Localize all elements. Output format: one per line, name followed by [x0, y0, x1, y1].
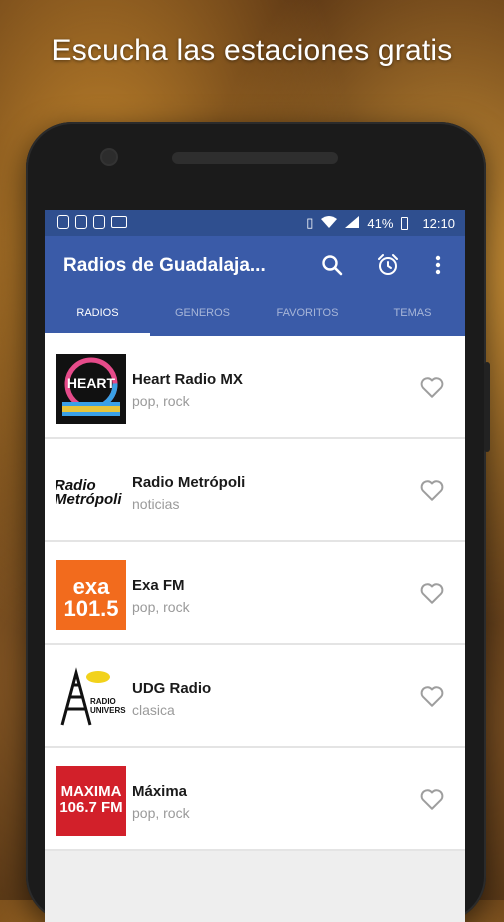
battery-percent: 41%: [367, 215, 394, 231]
search-button[interactable]: [317, 250, 347, 280]
station-list: HEART Heart Radio MX pop, rock Radio Met…: [45, 336, 465, 851]
favorite-heart-icon[interactable]: [419, 477, 445, 503]
station-row[interactable]: Radio Metrópoli Radio Metrópoli noticias: [45, 439, 465, 542]
station-genre: pop, rock: [132, 599, 190, 615]
vibrate-icon: ▯: [306, 215, 314, 230]
shield-notification-icon: [57, 215, 69, 229]
station-name: Heart Radio MX: [132, 371, 243, 388]
tab-radios[interactable]: RADIOS: [45, 296, 150, 336]
station-name: Radio Metrópoli: [132, 474, 246, 491]
station-name: Máxima: [132, 783, 188, 800]
tab-temas[interactable]: TEMAS: [360, 296, 465, 336]
favorite-heart-icon[interactable]: [419, 374, 445, 400]
station-row[interactable]: MAXIMA 106.7 FM Máxima pop, rock: [45, 748, 465, 851]
station-row[interactable]: HEART Heart Radio MX pop, rock: [45, 336, 465, 439]
tab-generos[interactable]: GENEROS: [150, 296, 255, 336]
phone-frame: ▯ 41% 12:10 Radios de Guadalaja... RADIO…: [26, 122, 490, 922]
favorite-heart-icon[interactable]: [419, 580, 445, 606]
more-vert-icon: [435, 255, 441, 275]
station-genre: clasica: [132, 702, 175, 718]
app-bar: Radios de Guadalaja...: [45, 236, 465, 296]
udg-radio-logo: RADIO UNIVERSIDAD: [56, 663, 126, 733]
favorite-heart-icon[interactable]: [419, 683, 445, 709]
tab-favoritos[interactable]: FAVORITOS: [255, 296, 360, 336]
earpiece-speaker: [172, 152, 338, 164]
exa-fm-logo: exa 101.5: [56, 560, 126, 630]
promo-headline: Escucha las estaciones gratis: [51, 34, 453, 67]
station-name: UDG Radio: [132, 680, 212, 697]
tab-bar: RADIOS GENEROS FAVORITOS TEMAS: [45, 296, 465, 336]
station-genre: noticias: [132, 496, 180, 512]
battery-icon: [401, 216, 409, 230]
wifi-icon: [321, 215, 338, 231]
alarm-clock-icon: [378, 254, 398, 275]
phone-notification-icon: [93, 215, 105, 229]
radio-metropoli-logo: Radio Metrópoli: [56, 457, 126, 527]
station-genre: pop, rock: [132, 805, 190, 821]
front-camera: [102, 150, 116, 164]
alarm-button[interactable]: [373, 250, 403, 280]
cell-signal-icon: [345, 215, 360, 231]
maxima-logo: MAXIMA 106.7 FM: [56, 766, 126, 836]
search-icon: [322, 255, 343, 276]
app-screen: ▯ 41% 12:10 Radios de Guadalaja... RADIO…: [45, 210, 465, 922]
app-title: Radios de Guadalaja...: [63, 255, 266, 276]
overflow-menu-button[interactable]: [423, 250, 453, 280]
laptop-notification-icon: [111, 216, 127, 228]
station-name: Exa FM: [132, 577, 185, 594]
status-bar: ▯ 41% 12:10: [45, 210, 465, 236]
clock: 12:10: [422, 215, 455, 231]
station-row[interactable]: RADIO UNIVERSIDAD UDG Radio clasica: [45, 645, 465, 748]
heart-radio-logo: HEART: [56, 354, 126, 424]
station-row[interactable]: exa 101.5 Exa FM pop, rock: [45, 542, 465, 645]
favorite-heart-icon[interactable]: [419, 786, 445, 812]
side-button: [484, 362, 490, 452]
station-genre: pop, rock: [132, 393, 190, 409]
shield-notification-icon: [75, 215, 87, 229]
